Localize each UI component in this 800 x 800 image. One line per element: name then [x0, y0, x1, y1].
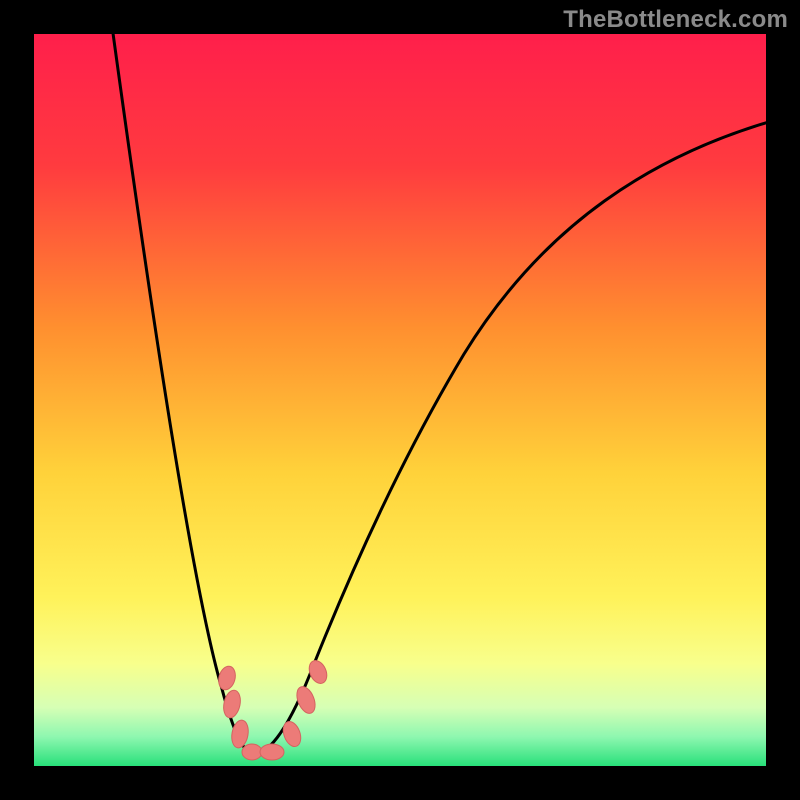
marker-right-low [280, 719, 304, 749]
bottleneck-curve [109, 34, 766, 754]
marker-bottom-a [242, 744, 262, 760]
marker-right-top [306, 658, 330, 686]
plot-area [34, 34, 766, 766]
marker-bottom-b [260, 744, 284, 760]
marker-left-top [216, 664, 238, 691]
curve-layer [34, 34, 766, 766]
marker-group [216, 658, 330, 760]
chart-frame: TheBottleneck.com [0, 0, 800, 800]
watermark-text: TheBottleneck.com [563, 6, 788, 34]
marker-right-mid [293, 684, 318, 716]
